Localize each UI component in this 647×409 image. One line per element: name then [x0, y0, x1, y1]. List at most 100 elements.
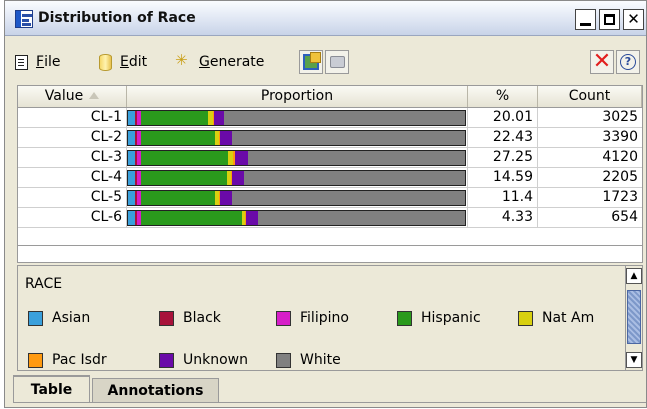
bar-segment-hispanic	[140, 171, 227, 185]
bar-segment-hispanic	[140, 151, 229, 165]
legend-label: Pac Isdr	[52, 352, 107, 368]
table-row[interactable]: CL-5 11.4 1723	[18, 188, 642, 208]
column-header-percent[interactable]: %	[468, 86, 538, 107]
delete-button[interactable]: ✕	[590, 50, 614, 74]
legend-item-hispanic: Hispanic	[397, 310, 481, 326]
table-row[interactable]: CL-4 14.59 2205	[18, 168, 642, 188]
bar-segment-unknown	[232, 171, 244, 185]
legend-swatch	[159, 352, 174, 368]
cell-percent: 11.4	[468, 188, 538, 207]
column-header-value[interactable]: Value	[18, 86, 127, 107]
bar-segment-white	[232, 131, 465, 145]
legend-item-filipino: Filipino	[276, 310, 349, 326]
legend-scrollbar[interactable]: ▲ ▼	[625, 266, 642, 370]
scroll-thumb[interactable]	[627, 290, 641, 344]
bar-segment-asian	[128, 211, 136, 225]
close-button[interactable]: ✕	[623, 9, 644, 30]
menu-file[interactable]: File	[15, 52, 60, 72]
bar-segment-white	[224, 111, 465, 125]
bar-segment-white	[248, 151, 465, 165]
proportion-bar	[127, 110, 466, 126]
help-icon: ?	[620, 54, 636, 70]
legend-label: Black	[183, 310, 221, 326]
column-header-count[interactable]: Count	[538, 86, 642, 107]
proportion-bar	[127, 210, 466, 226]
scroll-down-icon[interactable]: ▼	[626, 352, 642, 368]
menu-edit[interactable]: Edit	[99, 52, 147, 72]
legend-item-unknown: Unknown	[159, 352, 248, 368]
bar-segment-white	[232, 191, 465, 205]
proportion-bar	[127, 130, 466, 146]
table-header: Value Proportion % Count	[18, 86, 642, 108]
minimize-button[interactable]	[575, 9, 596, 30]
bar-segment-unknown	[234, 151, 249, 165]
legend-item-asian: Asian	[28, 310, 90, 326]
printer-icon	[330, 56, 345, 68]
legend-swatch	[28, 310, 43, 326]
table-row[interactable]: CL-6 4.33 654	[18, 208, 642, 228]
legend-label: Nat Am	[542, 310, 595, 326]
table-row[interactable]: CL-2 22.43 3390	[18, 128, 642, 148]
cell-value: CL-3	[18, 148, 127, 167]
cell-value: CL-1	[18, 108, 127, 127]
legend-panel: RACE Asian Black Filipino Hispanic Nat Am Pac…	[17, 265, 643, 371]
bar-segment-asian	[128, 171, 136, 185]
distribution-window: Distribution of Race ✕ File Edit Generat…	[4, 0, 647, 408]
cell-value: CL-5	[18, 188, 127, 207]
maximize-button[interactable]	[599, 9, 620, 30]
legend-title: RACE	[25, 276, 63, 292]
legend-swatch	[276, 352, 291, 368]
edit-icon	[99, 53, 112, 71]
legend-label: Asian	[52, 310, 91, 326]
legend-swatch	[518, 310, 533, 326]
cell-count: 3390	[602, 129, 638, 145]
bar-segment-hispanic	[140, 211, 242, 225]
legend-label: White	[300, 352, 341, 368]
table-footer	[18, 231, 642, 246]
cell-count: 654	[611, 209, 638, 225]
table-row[interactable]: CL-3 27.25 4120	[18, 148, 642, 168]
title-bar[interactable]: Distribution of Race ✕	[5, 1, 646, 36]
cell-percent: 27.25	[468, 148, 538, 167]
window-title: Distribution of Race	[38, 10, 196, 26]
cell-value: CL-4	[18, 168, 127, 187]
cell-percent: 14.59	[468, 168, 538, 187]
help-button[interactable]: ?	[616, 50, 640, 74]
tab-table[interactable]: Table	[13, 375, 90, 402]
stream-icon	[303, 52, 321, 70]
legend-swatch	[397, 310, 412, 326]
distribution-table: Value Proportion % Count CL-1 20.01 3025 CL…	[17, 85, 643, 263]
legend-item-white: White	[276, 352, 341, 368]
proportion-bar	[127, 150, 466, 166]
cell-count: 1723	[602, 189, 638, 205]
tab-bar: Annotations Table	[13, 375, 646, 409]
cell-count: 3025	[602, 109, 638, 125]
bar-segment-white	[257, 211, 465, 225]
column-header-proportion[interactable]: Proportion	[127, 86, 468, 107]
add-to-stream-button[interactable]	[299, 50, 323, 74]
legend-label: Unknown	[183, 352, 248, 368]
bar-segment-hispanic	[140, 111, 209, 125]
bar-segment-unknown	[220, 131, 233, 145]
sort-ascending-icon	[89, 92, 100, 99]
bar-segment-asian	[128, 111, 136, 125]
menu-bar: File Edit Generate ✕ ?	[5, 37, 646, 84]
cell-value: CL-6	[18, 208, 127, 227]
cell-percent: 22.43	[468, 128, 538, 147]
legend-swatch	[28, 352, 43, 368]
legend-label: Hispanic	[421, 310, 481, 326]
scroll-up-icon[interactable]: ▲	[626, 268, 642, 284]
legend-swatch	[159, 310, 174, 326]
legend-item-pacisdr: Pac Isdr	[28, 352, 107, 368]
bar-segment-asian	[128, 191, 136, 205]
tab-annotations[interactable]: Annotations	[92, 378, 219, 402]
menu-generate[interactable]: Generate	[175, 51, 264, 72]
print-button[interactable]	[325, 50, 349, 74]
bar-segment-hispanic	[140, 191, 215, 205]
proportion-bar	[127, 170, 466, 186]
table-row[interactable]: CL-1 20.01 3025	[18, 108, 642, 128]
legend-item-black: Black	[159, 310, 221, 326]
proportion-bar	[127, 190, 466, 206]
bar-segment-asian	[128, 151, 136, 165]
file-icon	[15, 54, 28, 70]
